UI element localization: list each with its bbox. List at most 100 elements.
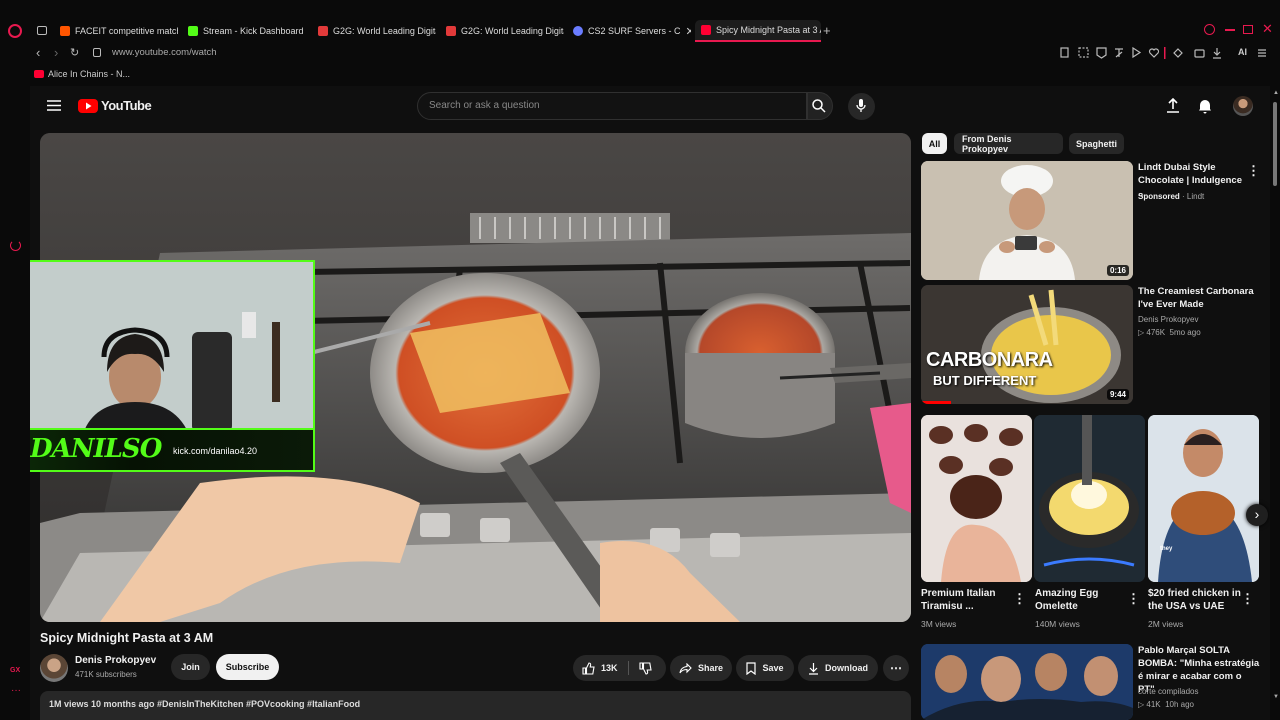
rec-meta: ▷ 41K 10h ago xyxy=(1138,700,1194,709)
thumbs-down-icon[interactable] xyxy=(639,662,652,675)
youtube-favicon-icon xyxy=(701,25,711,35)
scrollbar-thumb[interactable] xyxy=(1273,102,1277,186)
more-actions-button[interactable]: ⋯ xyxy=(883,655,909,681)
tab-manager-icon[interactable] xyxy=(37,26,47,35)
player-icon xyxy=(1132,47,1142,59)
lock-icon xyxy=(93,48,101,57)
save-button[interactable]: Save xyxy=(736,655,794,681)
chip-channel[interactable]: From Denis Prokopyev xyxy=(954,133,1063,154)
cs2-favicon-icon xyxy=(573,26,583,36)
tab-kick-dashboard[interactable]: Stream - Kick Dashboard xyxy=(182,20,308,42)
rec-channel[interactable]: Denis Prokopyev xyxy=(1138,313,1198,326)
download-label: Download xyxy=(825,663,868,673)
description-box[interactable]: 1M views 10 months ago #DenisInTheKitche… xyxy=(40,691,911,720)
rec-age: 5mo ago xyxy=(1169,328,1201,337)
rec-age: 10h ago xyxy=(1165,700,1194,709)
aria-ai-button[interactable]: AI xyxy=(1238,47,1247,57)
bookmark-label: Alice In Chains - N... xyxy=(48,69,131,79)
tab-g2g-2[interactable]: G2G: World Leading Digita xyxy=(440,20,564,42)
gx-control-icon[interactable] xyxy=(10,240,21,251)
tab-label: Stream - Kick Dashboard xyxy=(203,26,304,36)
url-field[interactable]: www.youtube.com/watch xyxy=(112,47,217,58)
shorts-next-arrow-icon[interactable]: › xyxy=(1246,504,1268,526)
shield-icon xyxy=(1096,47,1107,59)
tab-label: CS2 SURF Servers - C xyxy=(588,26,681,36)
close-tab-icon[interactable]: ✕ xyxy=(686,25,691,38)
short-title[interactable]: Premium Italian Tiramisu ... xyxy=(921,587,1011,613)
back-arrow-icon[interactable]: ‹ xyxy=(36,45,40,60)
like-dislike-group: 13K xyxy=(573,655,666,681)
opera-logo-icon[interactable] xyxy=(8,24,22,38)
tab-label: G2G: World Leading Digita xyxy=(333,26,436,36)
short-more-menu-icon[interactable]: ⋮ xyxy=(1241,591,1254,607)
bookmark-item[interactable]: Alice In Chains - N... xyxy=(34,69,130,79)
voice-search-button[interactable] xyxy=(848,93,875,120)
news-thumbnail-image xyxy=(921,644,1133,720)
tab-label: Spicy Midnight Pasta at 3 A xyxy=(716,25,821,35)
short-views: 140M views xyxy=(1035,619,1080,629)
subscribe-button[interactable]: Subscribe xyxy=(216,654,279,680)
short-more-menu-icon[interactable]: ⋮ xyxy=(1127,591,1140,607)
create-upload-icon[interactable] xyxy=(1166,98,1180,114)
like-button[interactable]: 13K xyxy=(582,661,618,675)
chip-all[interactable]: All xyxy=(922,133,947,154)
rec-views: 41K xyxy=(1146,700,1161,709)
channel-name[interactable]: Denis Prokopyev xyxy=(75,655,156,666)
menu-icon xyxy=(1258,49,1266,57)
youtube-logo[interactable]: YouTube xyxy=(78,98,152,113)
rec-thumbnail[interactable]: 0:16 xyxy=(921,161,1133,280)
tab-youtube-active[interactable]: Spicy Midnight Pasta at 3 A xyxy=(695,20,821,42)
streamer-banner: DANILSO kick.com/danilao4.20 xyxy=(30,428,315,472)
rec-meta: ▷ 476K 5mo ago xyxy=(1138,328,1201,337)
rec-more-menu-icon[interactable]: ⋮ xyxy=(1247,163,1260,179)
tab-search-icon[interactable] xyxy=(1204,24,1215,35)
browser-tab-bar: FACEIT competitive match Stream - Kick D… xyxy=(0,0,1280,42)
save-label: Save xyxy=(762,663,784,673)
channel-avatar[interactable] xyxy=(40,654,68,682)
tab-g2g-1[interactable]: G2G: World Leading Digita xyxy=(312,20,436,42)
streamer-name: DANILSO xyxy=(30,434,162,464)
maximize-icon[interactable] xyxy=(1243,25,1253,34)
bookmark-save-icon xyxy=(746,661,757,675)
chip-spaghetti[interactable]: Spaghetti xyxy=(1069,133,1124,154)
short-thumbnail[interactable] xyxy=(1034,415,1145,582)
notifications-bell-icon[interactable] xyxy=(1198,98,1212,114)
minimize-icon[interactable] xyxy=(1225,29,1235,31)
join-button[interactable]: Join xyxy=(171,654,210,680)
rec-channel[interactable]: corte compilados xyxy=(1138,685,1198,698)
tab-faceit[interactable]: FACEIT competitive match xyxy=(54,20,178,42)
subscribe-label: Subscribe xyxy=(225,662,270,672)
thumb-text: BUT DIFFERENT xyxy=(933,373,1037,388)
short-title[interactable]: $20 fried chicken in the USA vs UAE xyxy=(1148,587,1244,613)
short-thumbnail[interactable]: they xyxy=(1148,415,1259,582)
reload-icon[interactable]: ↻ xyxy=(70,46,79,59)
short-thumbnail[interactable] xyxy=(921,415,1032,582)
scroll-up-arrow-icon[interactable]: ▲ xyxy=(1273,90,1279,96)
download-button[interactable]: Download xyxy=(798,655,878,681)
short-more-menu-icon[interactable]: ⋮ xyxy=(1013,591,1026,607)
translate-icon xyxy=(1115,48,1123,58)
short-views: 3M views xyxy=(921,619,957,629)
new-tab-plus-icon[interactable]: + xyxy=(823,23,831,38)
opera-sidebar: GX ··· xyxy=(0,42,30,720)
snapshot-icon xyxy=(1078,47,1089,58)
scroll-down-arrow-icon[interactable]: ▼ xyxy=(1273,694,1279,700)
search-button[interactable] xyxy=(807,92,833,120)
forward-arrow-icon[interactable]: › xyxy=(54,45,58,60)
avatar[interactable] xyxy=(1233,96,1253,116)
close-window-icon[interactable]: ✕ xyxy=(1262,21,1273,37)
tab-cs2-surf[interactable]: CS2 SURF Servers - C ✕ xyxy=(567,20,691,42)
extensions-icon xyxy=(1173,48,1183,58)
gx-label[interactable]: GX xyxy=(10,667,20,674)
short-title[interactable]: Amazing Egg Omelette xyxy=(1035,587,1125,613)
rec-thumbnail[interactable] xyxy=(921,644,1133,720)
rec-title[interactable]: The Creamiest Carbonara I've Ever Made xyxy=(1138,285,1258,311)
hamburger-menu-icon[interactable] xyxy=(47,100,61,111)
search-input[interactable]: Search or ask a question xyxy=(417,92,807,120)
more-icon[interactable]: ··· xyxy=(11,685,21,696)
like-count: 13K xyxy=(601,663,618,673)
share-button[interactable]: Share xyxy=(670,655,732,681)
rec-thumbnail[interactable]: CARBONARA BUT DIFFERENT 9:44 xyxy=(921,285,1133,404)
faceit-favicon-icon xyxy=(60,26,70,36)
page-scrollbar[interactable]: ▲ ▼ xyxy=(1270,86,1280,720)
